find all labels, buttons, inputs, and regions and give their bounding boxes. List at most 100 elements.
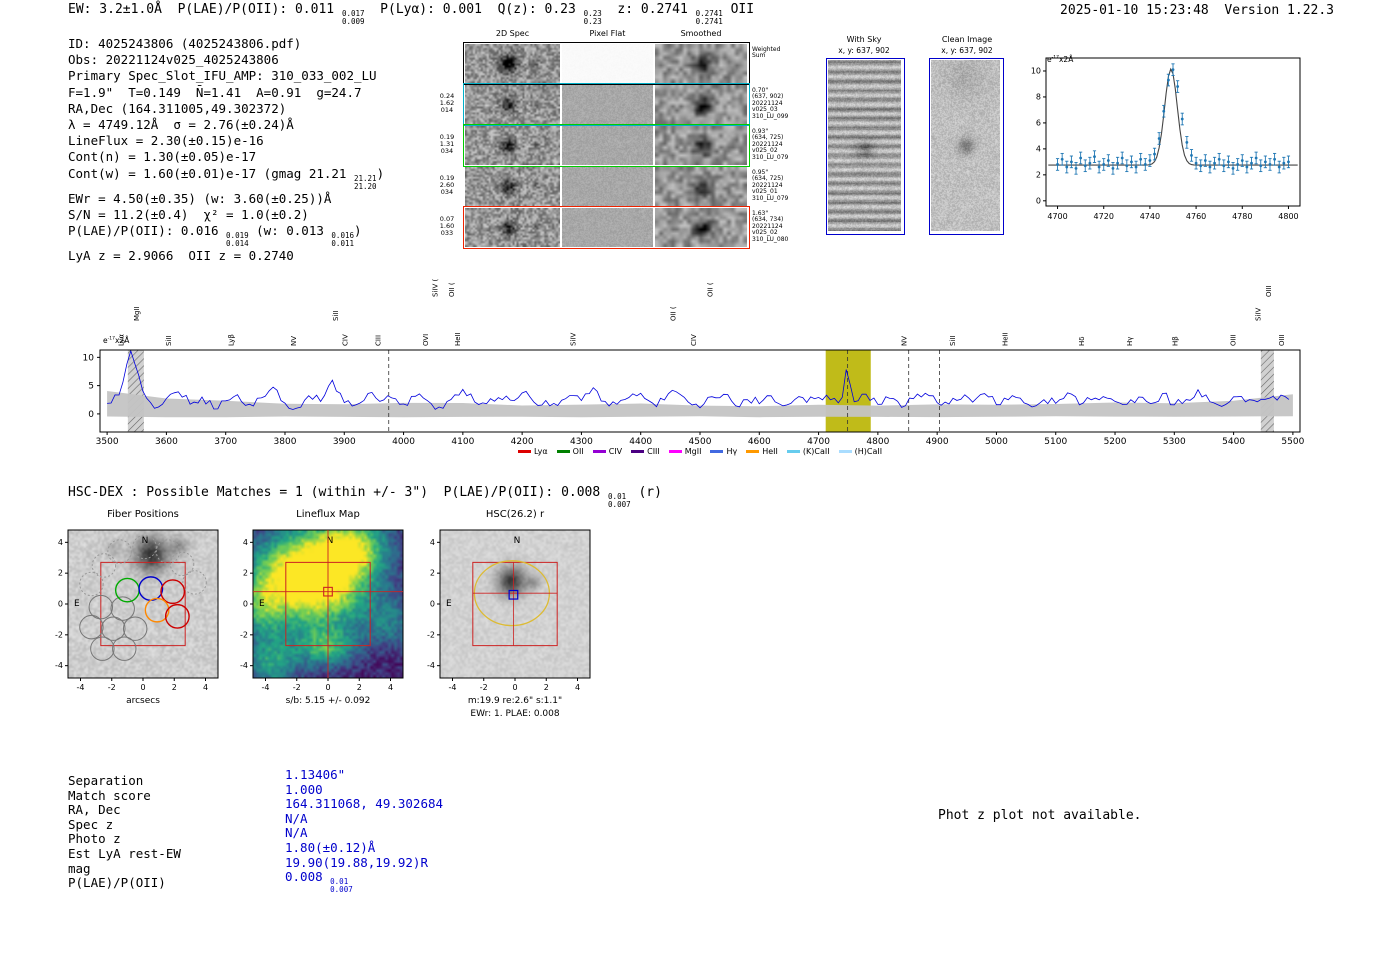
compass-east: E: [446, 599, 452, 609]
svg-text:-4: -4: [427, 661, 435, 670]
fiber-circle-faint: [91, 553, 117, 578]
legend-label: MgII: [684, 447, 702, 456]
timestamp-version: 2025-01-10 15:23:48 Version 1.22.3: [1060, 3, 1334, 18]
emission-line-label: SiIV (: [432, 279, 440, 297]
cutout-overlay: -4 -4 -2 -2 0 0 2 2 4 4 N E: [55, 529, 219, 692]
emission-line-label: SiII: [949, 335, 957, 346]
sky-panel-subtitle: x, y: 637, 902: [941, 46, 993, 55]
extraction-box: [100, 561, 186, 647]
elixer-report-page: EW: 3.2±1.0Å P(LAE)/P(OII): 0.011 0.017 0…: [0, 0, 1400, 953]
legend-item: HeII: [746, 447, 778, 456]
svg-text:4: 4: [388, 683, 393, 692]
spec2d-row-left-label: 0.07 1.60 033: [439, 215, 455, 237]
legend-label: (K)CaII: [802, 447, 830, 456]
legend-swatch: [710, 450, 724, 453]
svg-text:5300: 5300: [1163, 437, 1186, 447]
sky-panel-subtitle: x, y: 637, 902: [838, 46, 890, 55]
fiber-circle: [79, 614, 104, 640]
match-row-label: Spec z: [68, 816, 114, 832]
masked-region: [1260, 350, 1274, 432]
emission-line-label: OIII: [1278, 334, 1286, 346]
spec2d-cell-canvas: [465, 167, 560, 206]
match-row-label: P(LAE)/P(OII): [68, 875, 166, 891]
emission-line-label: OII (: [448, 282, 456, 297]
spec2d-row-right-label: 0.95" (634, 725) 20221124 v025_01 310_LU_079: [752, 169, 789, 202]
svg-text:10: 10: [1031, 66, 1041, 75]
match-row-label: Match score: [68, 787, 151, 803]
info-line: LyA z = 2.9066 OII z = 0.2740: [68, 248, 294, 264]
svg-text:4720: 4720: [1094, 212, 1114, 221]
svg-text:3800: 3800: [274, 437, 297, 447]
sky-panel-border: [826, 58, 905, 235]
emission-line-label: OII (: [669, 306, 677, 321]
fiber-positions-image: [68, 530, 218, 678]
fiber-circle-faint: [155, 539, 181, 564]
svg-text:4: 4: [575, 683, 580, 692]
cutout-overlay: -4 -4 -2 -2 0 0 2 2 4 4 N E: [240, 529, 404, 692]
emission-line-label: SiII: [165, 335, 173, 346]
sky-panel-border: [929, 58, 1004, 235]
info-line: EWr = 4.50(±0.35) (w: 3.60(±0.25))Å: [68, 190, 332, 206]
stacked-uncertainty: 0.016 0.011: [331, 231, 354, 249]
spec2d-row-border: [463, 83, 750, 126]
svg-text:-4: -4: [77, 683, 85, 692]
detection-info-block: ID: 4025243806 (4025243806.pdf) Obs: 2022…: [68, 36, 384, 265]
svg-text:4: 4: [203, 683, 208, 692]
zoom-plot-ylabel: e-17x2Å: [1047, 55, 1074, 64]
svg-text:4000: 4000: [392, 437, 415, 447]
spectrum-line: [107, 349, 1290, 410]
catalog-object-marker: [508, 589, 519, 600]
svg-text:4600: 4600: [748, 437, 771, 447]
svg-text:-2: -2: [293, 683, 301, 692]
match-row-value: 19.90(19.88,19.92)R: [285, 854, 428, 870]
svg-text:3900: 3900: [333, 437, 356, 447]
zoom-line-fit-plot: 4700 4720 4740 4760 4780 4800 0 2 4 6 8 10: [1031, 57, 1301, 221]
summary-line: EW: 3.2±1.0Å P(LAE)/P(OII): 0.011 0.017 0…: [68, 2, 755, 27]
emission-line-label: NV: [901, 336, 909, 346]
masked-region: [127, 350, 144, 432]
photz-note: Phot z plot not available.: [938, 808, 1142, 823]
match-row-value: 1.13406": [285, 767, 346, 782]
legend-item: Hγ: [710, 447, 737, 456]
legend-swatch: [838, 450, 852, 453]
svg-text:4800: 4800: [866, 437, 889, 447]
svg-text:3700: 3700: [214, 437, 237, 447]
legend-swatch: [517, 450, 531, 453]
emission-line-label: OVI: [422, 334, 430, 346]
main-plot-ylabel: e-17x2Å: [103, 336, 130, 345]
emission-line-label: OIII: [1230, 334, 1238, 346]
cutout-title: Lineflux Map: [296, 509, 360, 520]
fiber-circle: [88, 594, 114, 620]
cutout-title: Fiber Positions: [107, 509, 179, 520]
spec2d-cell-canvas: [655, 167, 747, 206]
svg-text:4: 4: [243, 538, 248, 547]
fiber-circle-faint: [79, 571, 104, 597]
spectrum-frame: [99, 349, 1301, 433]
svg-text:4760: 4760: [1186, 212, 1206, 221]
svg-text:4500: 4500: [689, 437, 712, 447]
detected-line-highlight: [825, 350, 871, 432]
emission-line-label: SiII: [332, 310, 340, 321]
aperture-ellipse: [473, 560, 551, 627]
spec2d-cell-canvas: [562, 208, 653, 247]
compass-east: E: [259, 599, 265, 609]
sky-panel-title: Clean Image: [941, 35, 993, 44]
svg-text:-2: -2: [240, 630, 248, 639]
stacked-uncertainty: 0.01 0.007: [608, 492, 631, 510]
version-label: Version 1.22.3: [1224, 3, 1334, 18]
match-row-value: N/A: [285, 825, 308, 841]
fiber-circle-faint: [107, 539, 132, 564]
spec2d-row-left-label: 0.24 1.62 014: [439, 92, 455, 114]
svg-text:5400: 5400: [1222, 437, 1245, 447]
svg-text:0: 0: [58, 600, 63, 609]
legend-item: (H)CaII: [838, 447, 882, 456]
match-row-label: Photo z: [68, 831, 121, 847]
match-row-label: Separation: [68, 773, 144, 788]
extraction-box: [472, 561, 558, 647]
spec2d-col-title: Pixel Flat: [589, 29, 626, 38]
legend-swatch: [631, 450, 645, 453]
info-line: RA,Dec (164.311005,49.302372): [68, 100, 287, 116]
svg-text:2: 2: [58, 569, 63, 578]
emission-line-label: SiIV: [1254, 308, 1262, 321]
center-marker: [323, 586, 333, 597]
